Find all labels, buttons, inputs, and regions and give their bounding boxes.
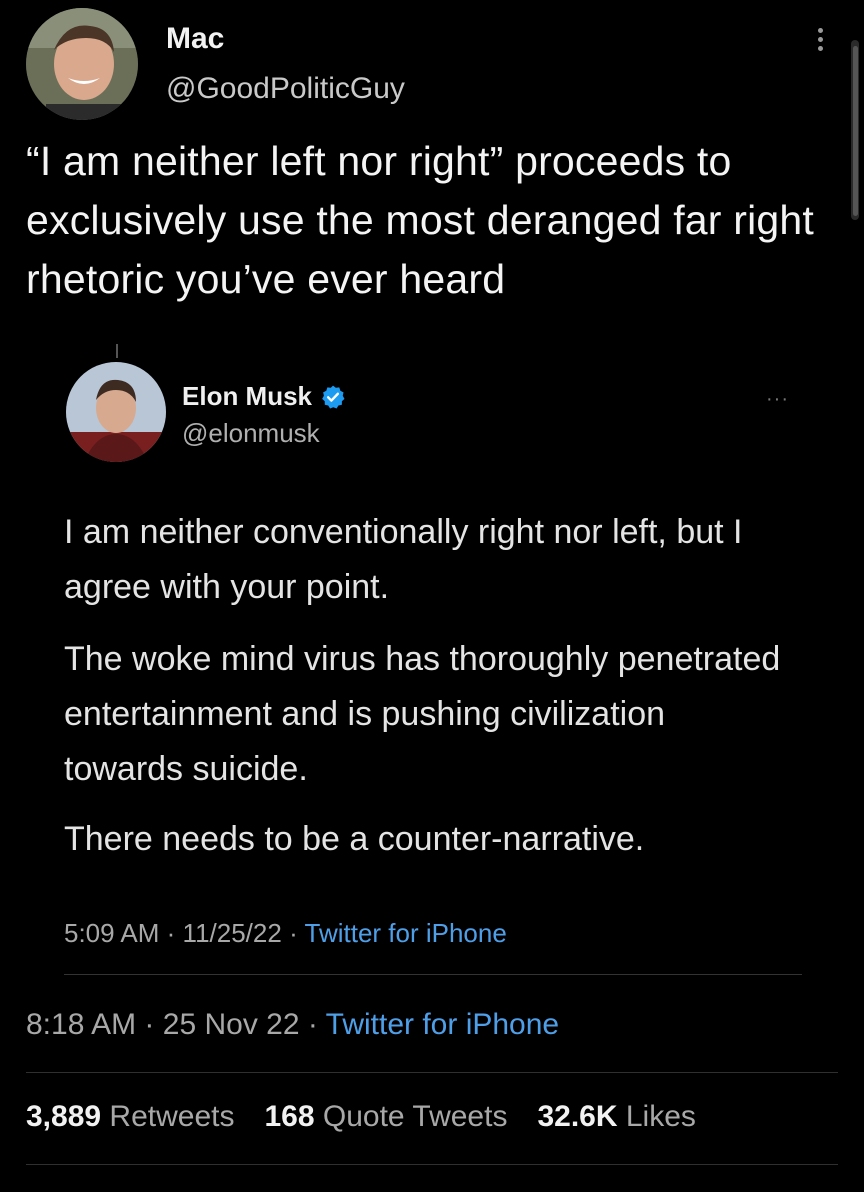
quotes-label: Quote Tweets — [322, 1100, 508, 1133]
scrollbar-thumb[interactable] — [853, 46, 858, 216]
author-avatar[interactable] — [26, 8, 138, 120]
quoted-paragraph-1: I am neither conventionally right nor le… — [64, 513, 743, 606]
more-options-icon[interactable]: ··· — [766, 388, 789, 411]
tweet-text: “I am neither left nor right” proceeds t… — [26, 138, 815, 302]
quoted-author-name[interactable]: Elon Musk — [182, 381, 346, 412]
divider — [26, 1072, 838, 1073]
divider — [64, 974, 802, 975]
author-name[interactable]: Mac — [166, 22, 224, 56]
quoted-tweet-meta: 5:09 AM · 11/25/22 · Twitter for iPhone — [64, 918, 507, 949]
retweets-stat[interactable]: 3,889 Retweets — [26, 1100, 234, 1134]
quoted-source-link[interactable]: Twitter for iPhone — [305, 918, 507, 948]
separator: · — [307, 1008, 318, 1041]
retweets-count: 3,889 — [26, 1100, 102, 1133]
engagement-stats: 3,889 Retweets 168 Quote Tweets 32.6K Li… — [26, 1100, 696, 1134]
quoted-time[interactable]: 5:09 AM — [64, 918, 159, 948]
likes-stat[interactable]: 32.6K Likes — [537, 1100, 695, 1134]
retweets-label: Retweets — [109, 1100, 235, 1133]
quoted-author-name-text: Elon Musk — [182, 381, 313, 411]
quotes-count: 168 — [264, 1100, 315, 1133]
quoted-author-avatar[interactable] — [66, 362, 166, 462]
tweet-date[interactable]: 25 Nov 22 — [163, 1008, 300, 1041]
separator: · — [166, 918, 176, 948]
quoted-paragraph-2: The woke mind virus has thoroughly penet… — [64, 640, 781, 788]
quote-tweets-stat[interactable]: 168 Quote Tweets — [264, 1100, 507, 1134]
separator: · — [144, 1008, 155, 1041]
thread-connector-line — [116, 344, 118, 358]
verified-badge-icon — [322, 385, 345, 408]
tweet-source-link[interactable]: Twitter for iPhone — [326, 1008, 559, 1041]
tweet-time[interactable]: 8:18 AM — [26, 1008, 136, 1041]
quoted-author-handle[interactable]: @elonmusk — [182, 418, 320, 449]
quoted-paragraph-3: There needs to be a counter-narrative. — [64, 820, 645, 858]
separator: · — [289, 918, 298, 948]
divider — [26, 1164, 838, 1165]
quoted-date[interactable]: 11/25/22 — [183, 918, 282, 948]
likes-count: 32.6K — [537, 1100, 618, 1133]
author-handle[interactable]: @GoodPoliticGuy — [166, 72, 405, 106]
kebab-menu-icon[interactable] — [808, 24, 832, 60]
tweet-meta: 8:18 AM · 25 Nov 22 · Twitter for iPhone — [26, 1008, 559, 1042]
likes-label: Likes — [625, 1100, 696, 1133]
